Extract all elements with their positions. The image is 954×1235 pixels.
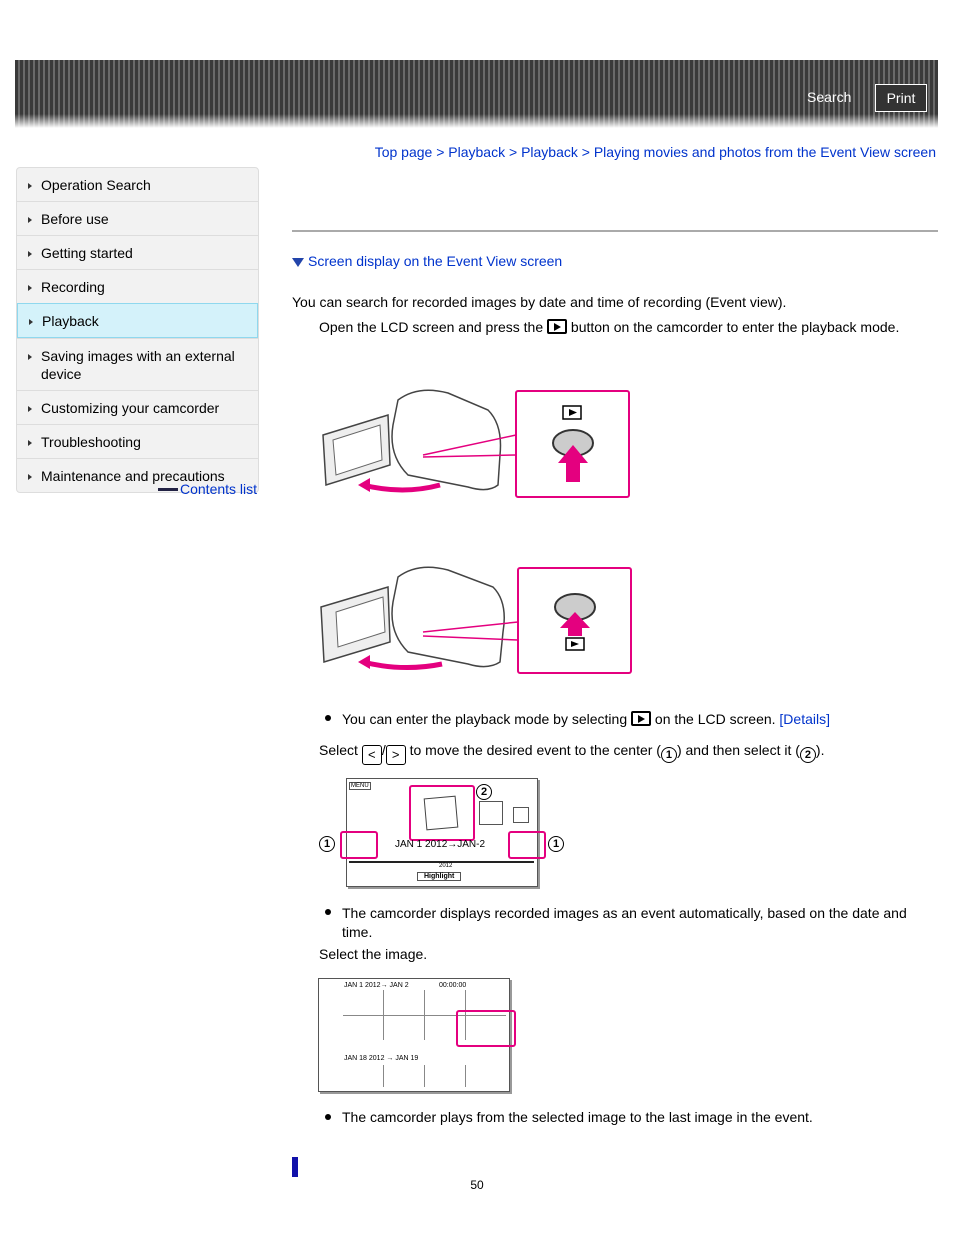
sidebar: Operation Search Before use Getting star… xyxy=(16,167,259,493)
arrow-right-icon xyxy=(158,488,178,491)
event-view-screen: MENU JAN 1 2012→JAN-2 2012 Highlight xyxy=(340,778,546,887)
index-screen: JAN 1 2012→ JAN 2 00:00:00 JAN 18 2012 →… xyxy=(318,978,516,1092)
sidebar-item-getting-started[interactable]: Getting started xyxy=(17,235,258,269)
divider xyxy=(292,230,938,232)
breadcrumb-top-page[interactable]: Top page xyxy=(375,144,433,160)
search-button[interactable]: Search xyxy=(807,89,851,105)
camcorder-illustration-1 xyxy=(322,389,630,498)
bullet1: You can enter the playback mode by selec… xyxy=(342,711,830,727)
number-1-icon: 1 xyxy=(319,836,335,852)
bullet xyxy=(325,715,331,721)
number-1-icon: 1 xyxy=(548,836,564,852)
bullet2: The camcorder displays recorded images a… xyxy=(342,905,907,940)
chevron-right-icon: > xyxy=(385,745,406,765)
number-1-icon: 1 xyxy=(660,747,677,763)
breadcrumb-playback-2[interactable]: Playback xyxy=(521,144,578,160)
highlight-button: Highlight xyxy=(417,872,462,881)
details-link[interactable]: [Details] xyxy=(779,711,830,727)
bullet xyxy=(325,909,331,915)
page-number: 50 xyxy=(470,1178,484,1192)
sidebar-item-playback[interactable]: Playback xyxy=(17,303,258,338)
sidebar-item-troubleshooting[interactable]: Troubleshooting xyxy=(17,424,258,458)
section-link[interactable]: Screen display on the Event View screen xyxy=(292,253,562,269)
menu-button: MENU xyxy=(349,782,371,790)
event-thumbnail-selected xyxy=(409,785,475,841)
contents-list-link[interactable]: Contents list xyxy=(158,481,257,497)
page: Search Print Top page > Playback > Playb… xyxy=(0,0,954,1235)
sidebar-item-customizing[interactable]: Customizing your camcorder xyxy=(17,390,258,424)
sidebar-item-recording[interactable]: Recording xyxy=(17,269,258,303)
section-marker xyxy=(292,1157,298,1177)
sidebar-item-saving-images[interactable]: Saving images with an external device xyxy=(17,338,258,390)
event-range: JAN 1 2012→JAN-2 xyxy=(395,839,486,850)
sidebar-item-operation-search[interactable]: Operation Search xyxy=(17,168,258,201)
breadcrumb-current[interactable]: Playing movies and photos from the Event… xyxy=(594,144,936,160)
playback-icon xyxy=(547,319,568,334)
step1: Open the LCD screen and press the button… xyxy=(319,319,900,335)
camcorder-illustration-2 xyxy=(320,566,632,674)
header-bar: Search Print xyxy=(15,60,938,128)
step3: Select the image. xyxy=(319,946,428,962)
prev-event-button xyxy=(340,831,378,859)
playback-icon xyxy=(631,711,652,726)
number-2-icon: 2 xyxy=(799,747,816,763)
chevron-left-icon: < xyxy=(361,745,382,765)
next-event-button xyxy=(508,831,546,859)
number-2-icon: 2 xyxy=(476,784,492,800)
bullet xyxy=(325,1114,331,1120)
breadcrumb-playback[interactable]: Playback xyxy=(448,144,505,160)
selected-image-highlight xyxy=(456,1010,516,1047)
step2: Select < / > to move the desired event to … xyxy=(319,742,824,765)
print-button[interactable]: Print xyxy=(875,84,927,112)
bullet3: The camcorder plays from the selected im… xyxy=(342,1109,813,1125)
breadcrumb: Top page > Playback > Playback > Playing… xyxy=(374,144,936,160)
intro-text: You can search for recorded images by da… xyxy=(292,294,787,310)
sidebar-item-before-use[interactable]: Before use xyxy=(17,201,258,235)
triangle-down-icon xyxy=(292,258,304,267)
